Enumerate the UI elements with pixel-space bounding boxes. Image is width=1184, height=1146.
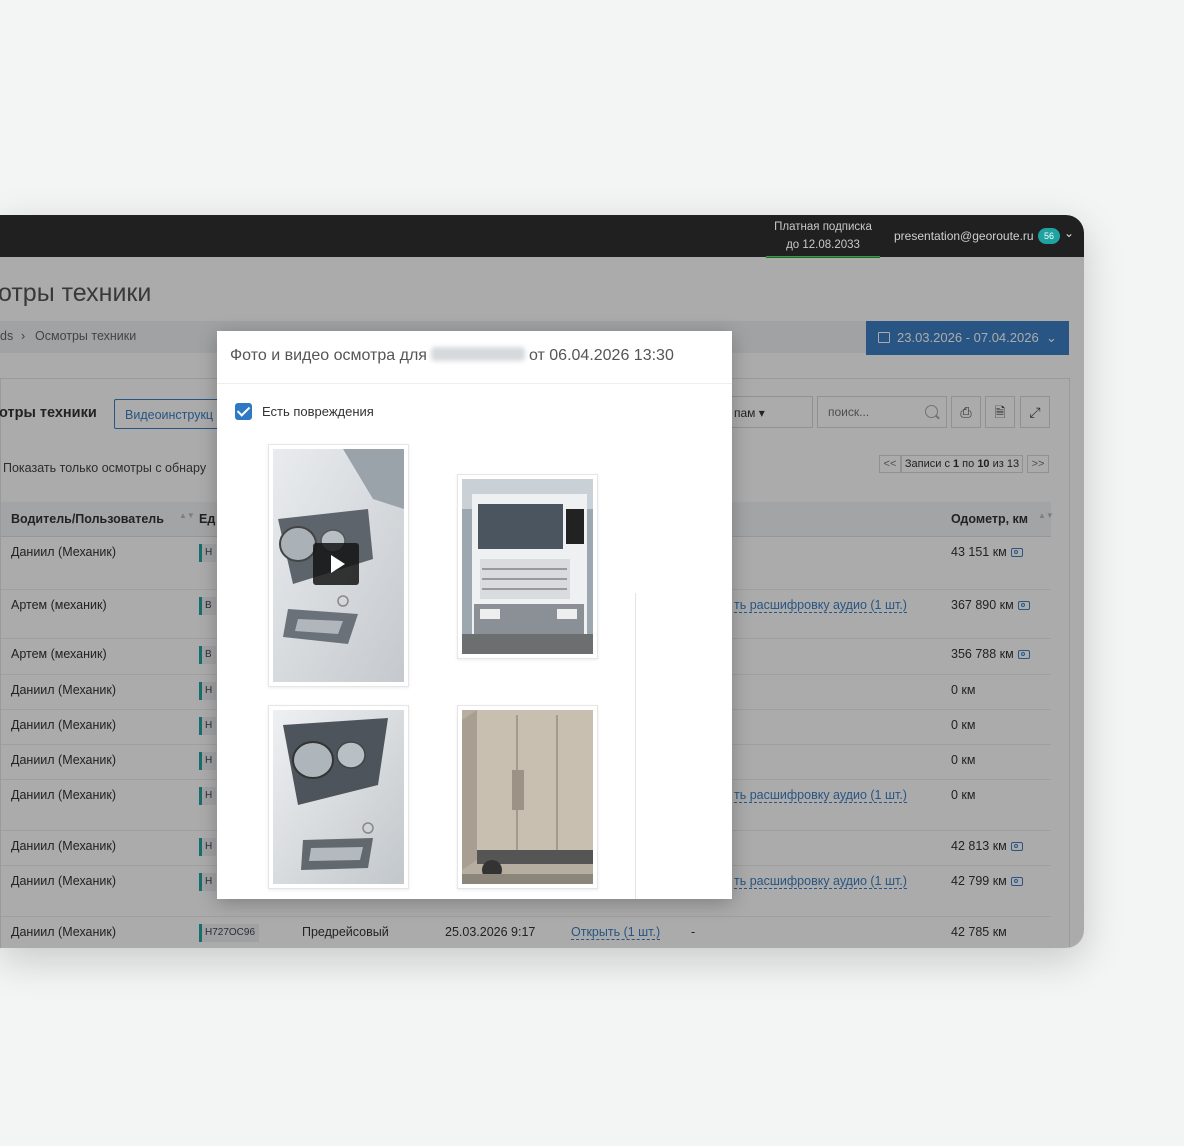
divider xyxy=(635,593,636,899)
damage-checkbox-label[interactable]: Есть повреждения xyxy=(262,404,374,419)
modal-divider xyxy=(217,383,732,384)
notification-badge[interactable]: 56 xyxy=(1038,228,1060,244)
trailer-rear-photo xyxy=(462,710,593,884)
headlight-photo xyxy=(273,710,404,884)
top-bar: Платная подписка до 12.08.2033 presentat… xyxy=(0,215,1084,258)
subscription-status[interactable]: Платная подписка до 12.08.2033 xyxy=(766,218,880,258)
chevron-down-icon[interactable]: ⌄ xyxy=(1064,226,1074,240)
modal-title: Фото и видео осмотра для от 06.04.2026 13… xyxy=(230,347,674,365)
user-email[interactable]: presentation@georoute.ru xyxy=(894,229,1034,243)
truck-front-photo xyxy=(462,479,593,654)
modal-title-suffix: от 06.04.2026 13:30 xyxy=(528,347,674,364)
subscription-line-2: до 12.08.2033 xyxy=(786,239,860,251)
media-thumbnail-video[interactable] xyxy=(268,444,409,687)
modal-title-prefix: Фото и видео осмотра для xyxy=(230,347,427,364)
subscription-line-1: Платная подписка xyxy=(774,221,872,233)
media-modal: Фото и видео осмотра для от 06.04.2026 13… xyxy=(217,331,732,899)
damage-checkbox[interactable] xyxy=(235,403,252,420)
media-thumbnail-photo[interactable] xyxy=(457,474,598,659)
media-thumbnail-photo[interactable] xyxy=(268,705,409,889)
play-icon[interactable] xyxy=(313,543,359,585)
media-thumbnail-photo[interactable] xyxy=(457,705,598,889)
redacted-vehicle-id xyxy=(430,347,525,361)
